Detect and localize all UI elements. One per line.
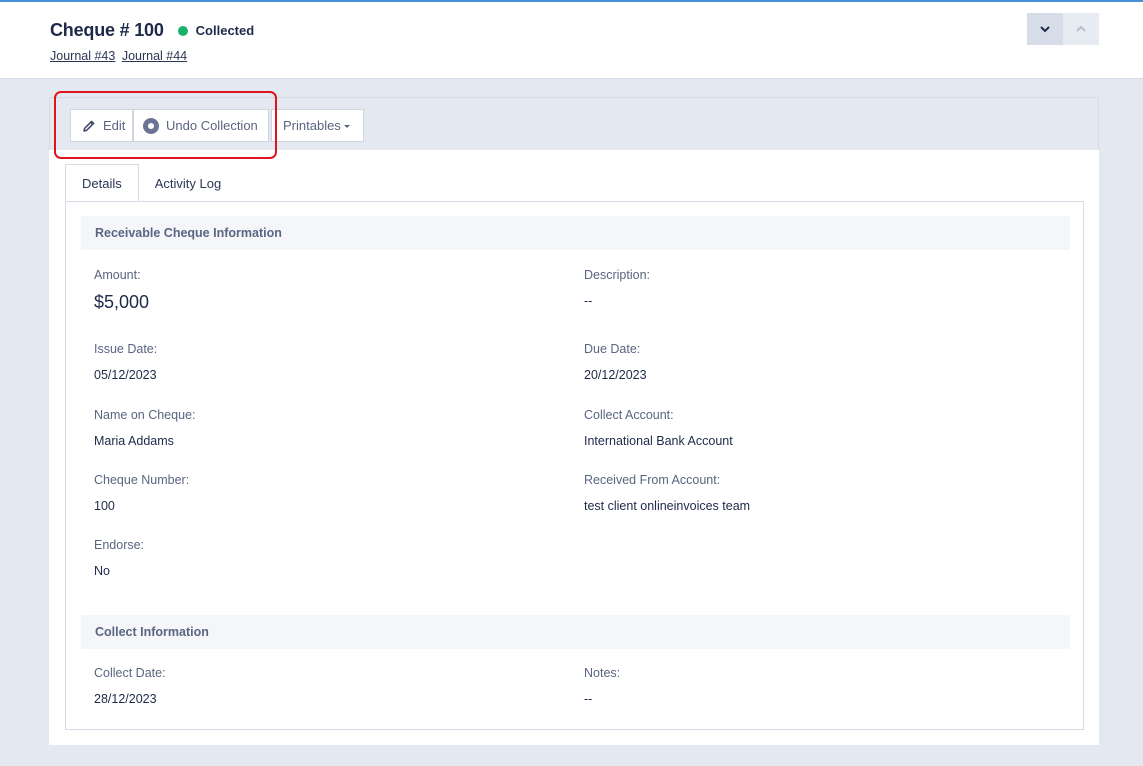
collect-account-label: Collect Account: (584, 408, 674, 422)
collect-date-label: Collect Date: (94, 666, 166, 680)
received-from-label: Received From Account: (584, 473, 721, 487)
page-header: Cheque # 100 Collected Journal #43 Journ… (0, 2, 1143, 79)
notes-field: Notes: -- (584, 666, 1034, 706)
endorse-value: No (94, 564, 110, 578)
description-value: -- (584, 294, 593, 308)
received-from-field: Received From Account: test client onlin… (584, 473, 1034, 513)
received-from-value: test client onlineinvoices team (584, 499, 751, 513)
title-row: Cheque # 100 Collected (50, 20, 254, 41)
cheque-number-field: Cheque Number: 100 (94, 473, 544, 513)
previous-record-button[interactable] (1063, 13, 1099, 45)
cheque-number-value: 100 (94, 499, 115, 513)
journal-links: Journal #43 Journal #44 (50, 49, 190, 63)
journal-link-44[interactable]: Journal #44 (122, 49, 187, 63)
endorse-field: Endorse: No (94, 538, 544, 578)
status-dot-icon (177, 25, 188, 36)
caret-down-icon (343, 125, 350, 128)
tab-bar: Details Activity Log (65, 164, 237, 202)
cheque-card: Edit Undo Collection Printables Details … (49, 91, 1099, 745)
tab-activity-log[interactable]: Activity Log (139, 164, 237, 202)
page-title: Cheque # 100 (50, 20, 164, 40)
notes-label: Notes: (584, 666, 621, 680)
issue-date-field: Issue Date: 05/12/2023 (94, 342, 544, 382)
status-label: Collected (195, 23, 255, 38)
record-nav (1027, 13, 1099, 45)
status-badge: Collected (177, 23, 255, 38)
next-record-button[interactable] (1027, 13, 1063, 45)
collect-account-value: International Bank Account (584, 434, 733, 448)
due-date-field: Due Date: 20/12/2023 (584, 342, 1034, 382)
cheque-number-label: Cheque Number: (94, 473, 190, 487)
amount-label: Amount: (94, 268, 141, 282)
printables-label: Printables (283, 118, 341, 133)
issue-date-label: Issue Date: (94, 342, 158, 356)
chevron-down-icon (1040, 26, 1050, 33)
issue-date-value: 05/12/2023 (94, 368, 157, 382)
description-label: Description: (584, 268, 650, 282)
details-panel: Receivable Cheque Information Amount: $5… (65, 201, 1084, 730)
action-toolbar: Edit Undo Collection Printables (49, 91, 1099, 159)
due-date-value: 20/12/2023 (584, 368, 647, 382)
due-date-label: Due Date: (584, 342, 641, 356)
name-on-cheque-field: Name on Cheque: Maria Addams (94, 408, 544, 448)
collect-account-field: Collect Account: International Bank Acco… (584, 408, 1034, 448)
name-on-cheque-label: Name on Cheque: (94, 408, 196, 422)
collect-date-field: Collect Date: 28/12/2023 (94, 666, 544, 706)
collect-info-heading: Collect Information (81, 615, 1070, 649)
notes-value: -- (584, 692, 593, 706)
highlight-box (54, 91, 277, 159)
cheque-info-heading: Receivable Cheque Information (81, 216, 1070, 250)
name-on-cheque-value: Maria Addams (94, 434, 174, 448)
printables-dropdown[interactable]: Printables (271, 109, 364, 142)
amount-value: $5,000 (94, 292, 150, 312)
description-field: Description: -- (584, 268, 1034, 308)
tab-details[interactable]: Details (65, 164, 139, 202)
amount-field: Amount: $5,000 (94, 268, 544, 313)
journal-link-43[interactable]: Journal #43 (50, 49, 115, 63)
chevron-up-icon (1076, 25, 1086, 32)
endorse-label: Endorse: (94, 538, 145, 552)
collect-date-value: 28/12/2023 (94, 692, 157, 706)
